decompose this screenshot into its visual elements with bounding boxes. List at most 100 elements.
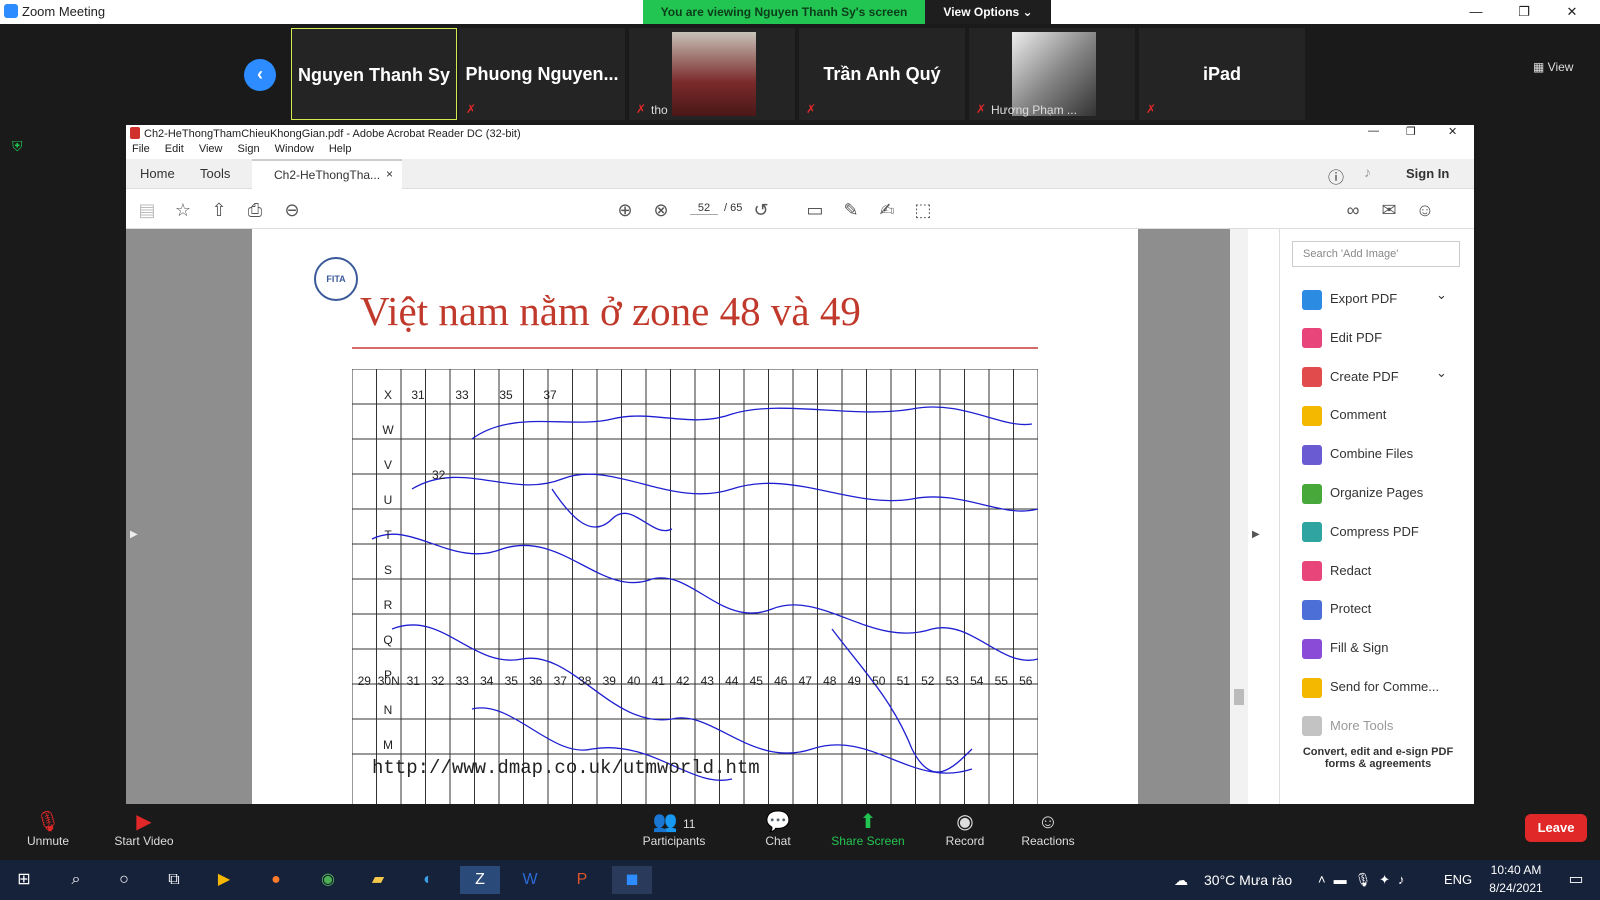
rotate-icon[interactable]: ↺ — [750, 199, 772, 221]
acrobat-close-button[interactable]: ✕ — [1448, 125, 1457, 138]
right-panel-toggle-icon[interactable]: ▶ — [1252, 529, 1260, 540]
left-panel-toggle-icon[interactable]: ▶ — [130, 529, 138, 540]
tool-item[interactable]: Fill & Sign — [1302, 634, 1472, 662]
cortana-icon[interactable]: ○ — [104, 866, 144, 894]
share-link-icon[interactable]: ∞ — [1342, 199, 1364, 221]
participant-tile[interactable]: Phuong Nguyen... ✗ — [459, 28, 625, 120]
tool-item[interactable]: Edit PDF — [1302, 324, 1472, 352]
vertical-scrollbar[interactable] — [1230, 229, 1248, 804]
minimize-button[interactable]: — — [1456, 2, 1496, 22]
menu-window[interactable]: Window — [275, 143, 314, 155]
tool-item[interactable]: Protect — [1302, 595, 1472, 623]
participant-name: tho — [651, 103, 668, 117]
start-video-button[interactable]: ▶ Start Video — [104, 810, 184, 848]
menu-view[interactable]: View — [199, 143, 223, 155]
tab-close-icon[interactable]: × — [386, 167, 393, 181]
menu-edit[interactable]: Edit — [165, 143, 184, 155]
record-label: Record — [945, 834, 985, 848]
clock-time[interactable]: 10:40 AM — [1484, 863, 1548, 877]
print-icon[interactable]: ⎙ — [244, 199, 266, 221]
stamp-icon[interactable]: ⬚ — [912, 199, 934, 221]
input-language[interactable]: ENG — [1444, 872, 1472, 887]
zoom-out-icon[interactable]: ⊖ — [281, 199, 303, 221]
upload-cloud-icon[interactable]: ⇧ — [208, 199, 230, 221]
add-user-icon[interactable]: ☺ — [1414, 199, 1436, 221]
menu-sign[interactable]: Sign — [238, 143, 260, 155]
sign-in-button[interactable]: Sign In — [1406, 166, 1449, 181]
search-icon[interactable]: ⌕ — [56, 866, 96, 894]
bookmark-star-icon[interactable]: ☆ — [172, 199, 194, 221]
gallery-prev-button[interactable]: ‹ — [244, 59, 276, 91]
document-viewport[interactable]: ▶ FITA Việt nam nằm ở zone 48 và 49 X W V U… — [126, 229, 1260, 804]
close-button[interactable]: ✕ — [1552, 2, 1592, 22]
acrobat-minimize-button[interactable]: — — [1368, 125, 1379, 137]
share-screen-button[interactable]: ⬆ Share Screen — [828, 810, 908, 848]
page-up-icon[interactable]: ⊕ — [614, 199, 636, 221]
save-icon[interactable]: ▤ — [136, 199, 158, 221]
highlight-pen-icon[interactable]: ✎ — [840, 199, 862, 221]
participants-button[interactable]: 👥 11 Participants — [628, 810, 720, 848]
sign-icon[interactable]: ✍ — [876, 199, 898, 221]
chat-button[interactable]: 💬 Chat — [738, 810, 818, 848]
tool-item[interactable]: Compress PDF — [1302, 518, 1472, 546]
tool-item[interactable]: Export PDF ⌄ — [1302, 285, 1472, 313]
tool-item[interactable]: Combine Files — [1302, 440, 1472, 468]
leave-button[interactable]: Leave — [1525, 814, 1587, 842]
tool-item[interactable]: More Tools — [1302, 712, 1472, 740]
help-icon[interactable]: ⓘ — [1328, 164, 1344, 188]
zalo-icon[interactable]: Z — [460, 866, 500, 894]
reactions-button[interactable]: ☺ Reactions — [1008, 810, 1088, 848]
restore-button[interactable]: ❐ — [1504, 2, 1544, 22]
zoom-app-icon[interactable]: ◼ — [612, 866, 652, 894]
source-url[interactable]: http://www.dmap.co.uk/utmworld.htm — [372, 757, 760, 779]
weather-icon[interactable]: ☁ — [1174, 872, 1188, 889]
file-explorer-icon[interactable]: ▰ — [358, 866, 398, 894]
bottom-zone-label: 32 — [431, 674, 445, 688]
notification-bell-icon[interactable]: ♪ — [1364, 164, 1371, 180]
word-icon[interactable]: W — [510, 866, 550, 894]
share-screen-icon: ⬆ — [859, 811, 877, 833]
chevron-down-icon[interactable]: ⌄ — [1436, 281, 1447, 309]
tab-tools[interactable]: Tools — [200, 166, 230, 181]
notification-center-icon[interactable]: ▭ — [1556, 866, 1596, 894]
task-view-icon[interactable]: ⧉ — [154, 866, 194, 894]
participant-tile[interactable]: Nguyen Thanh Sy — [291, 28, 457, 120]
tool-item[interactable]: Create PDF ⌄ — [1302, 363, 1472, 391]
tab-document[interactable]: Ch2-HeThongTha... × — [252, 159, 402, 189]
firefox-icon[interactable]: ● — [256, 866, 296, 894]
system-tray-icons[interactable]: ˄▬🎙✦♪ — [1318, 872, 1413, 888]
menu-file[interactable]: File — [132, 143, 150, 155]
edge-icon[interactable]: ◐ — [408, 866, 448, 894]
tool-item[interactable]: Redact — [1302, 557, 1472, 585]
gallery-view-button[interactable]: ▦ View — [1533, 60, 1573, 74]
acrobat-restore-button[interactable]: ❐ — [1406, 125, 1416, 138]
comment-icon[interactable]: ▭ — [804, 199, 826, 221]
menu-help[interactable]: Help — [329, 143, 352, 155]
chrome-icon[interactable]: ◉ — [308, 866, 348, 894]
page-number-input[interactable]: 52 — [690, 202, 718, 215]
start-windows-icon[interactable]: ⊞ — [4, 866, 44, 894]
participant-tile[interactable]: Trần Anh Quý ✗ — [799, 28, 965, 120]
tool-item[interactable]: Organize Pages — [1302, 479, 1472, 507]
participant-tile[interactable]: ✗ Hương Phạm ... — [969, 28, 1135, 120]
email-icon[interactable]: ✉ — [1378, 199, 1400, 221]
page-down-icon[interactable]: ⊗ — [650, 199, 672, 221]
clock-date[interactable]: 8/24/2021 — [1484, 881, 1548, 895]
tool-item[interactable]: Comment — [1302, 401, 1472, 429]
chevron-down-icon[interactable]: ⌄ — [1436, 359, 1447, 387]
unmute-button[interactable]: 🎙 Unmute — [8, 810, 88, 848]
participant-tile[interactable]: ✗ tho — [629, 28, 795, 120]
participant-tile[interactable]: iPad ✗ — [1139, 28, 1305, 120]
view-options-button[interactable]: View Options ⌄ — [925, 0, 1051, 24]
weather-text[interactable]: 30°C Mưa rào — [1204, 872, 1292, 888]
tool-search-input[interactable]: Search 'Add Image' — [1292, 241, 1460, 267]
tab-home[interactable]: Home — [140, 166, 175, 181]
record-button[interactable]: ◉ Record — [925, 810, 1005, 848]
powerpoint-icon[interactable]: P — [562, 866, 602, 894]
tool-label: Compress PDF — [1330, 523, 1419, 539]
bottom-zone-label: 43 — [701, 674, 715, 688]
media-player-icon[interactable]: ▶ — [204, 866, 244, 894]
tool-item[interactable]: Send for Comme... — [1302, 673, 1472, 701]
participant-gallery: ‹ Nguyen Thanh Sy Phuong Nguyen... ✗ ✗ t… — [0, 24, 1600, 124]
scroll-thumb[interactable] — [1234, 689, 1244, 705]
